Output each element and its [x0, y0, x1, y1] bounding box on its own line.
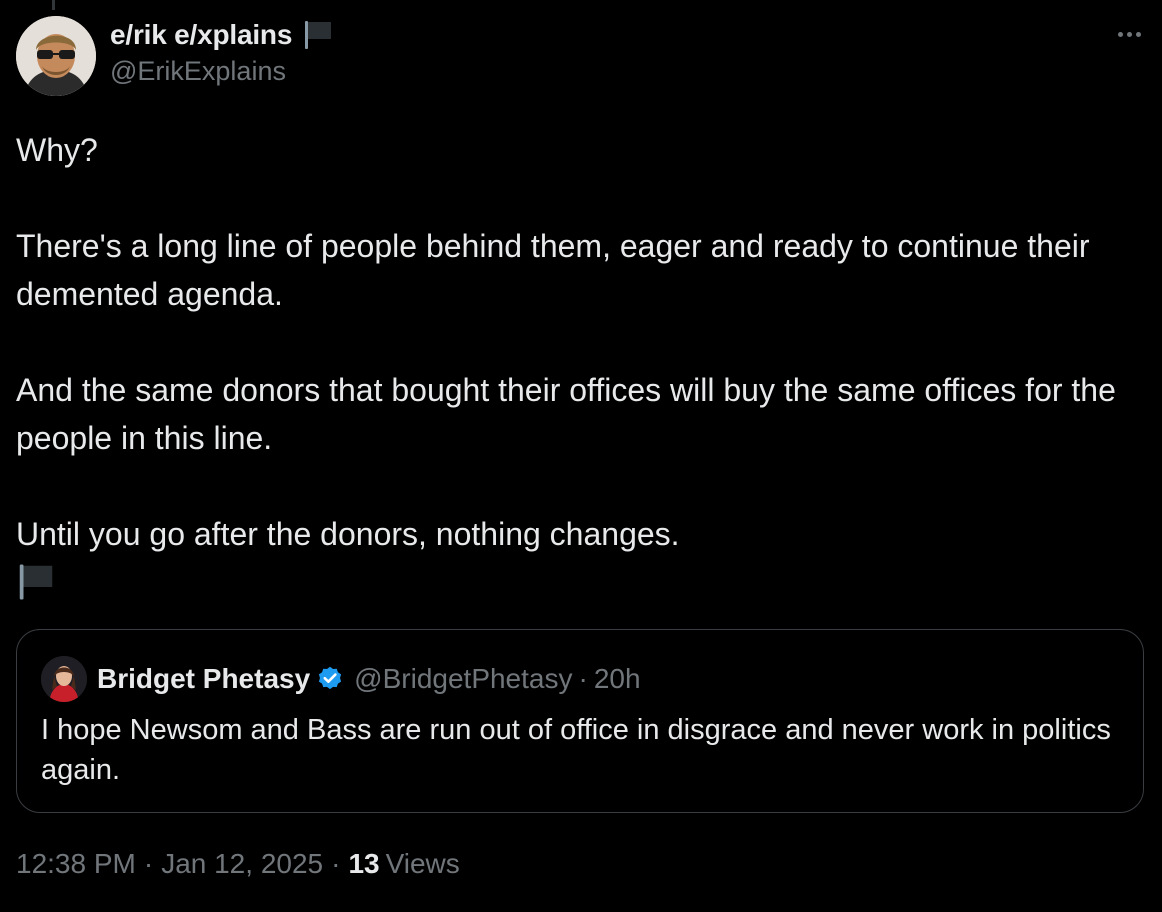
tweet-meta: 12:38 PM · Jan 12, 2025 · 13 Views: [16, 848, 460, 880]
quoted-author-display-name[interactable]: Bridget Phetasy: [97, 663, 310, 695]
more-dot-icon: [1117, 31, 1123, 37]
more-dot-icon: [1126, 31, 1132, 37]
tweet-time[interactable]: 12:38 PM: [16, 848, 136, 880]
tweet-header: e/rik e/xplains @ErikExplains: [16, 14, 1146, 98]
more-dot-icon: [1135, 31, 1141, 37]
quoted-author-avatar[interactable]: [41, 656, 87, 702]
more-options-button[interactable]: [1112, 22, 1146, 46]
author-display-name[interactable]: e/rik e/xplains: [110, 19, 292, 51]
views-label: Views: [385, 848, 460, 879]
separator-dot: ·: [578, 663, 588, 694]
verified-badge-icon: [316, 665, 344, 693]
thread-connector-line: [52, 0, 55, 10]
quoted-tweet-time[interactable]: 20h: [594, 663, 641, 695]
quoted-tweet-header: Bridget Phetasy @BridgetPhetasy · 20h: [41, 656, 641, 702]
quoted-tweet-card[interactable]: Bridget Phetasy @BridgetPhetasy · 20h I …: [16, 629, 1144, 813]
author-avatar[interactable]: [16, 16, 96, 96]
views-count: 13: [348, 848, 380, 879]
tweet-paragraph: Until you go after the donors, nothing c…: [16, 516, 680, 552]
black-flag-icon: [302, 19, 334, 51]
author-handle[interactable]: @ErikExplains: [110, 56, 334, 87]
tweet-date[interactable]: Jan 12, 2025: [161, 848, 323, 880]
black-flag-icon: [16, 562, 1146, 615]
author-name-block: e/rik e/xplains @ErikExplains: [110, 16, 334, 87]
display-name-row: e/rik e/xplains: [110, 16, 334, 54]
quoted-author-handle[interactable]: @BridgetPhetasy: [354, 663, 572, 695]
separator-dot: ·: [143, 848, 154, 879]
tweet-paragraph: And the same donors that bought their of…: [16, 372, 1116, 456]
quoted-tweet-text: I hope Newsom and Bass are run out of of…: [41, 714, 1111, 786]
tweet-paragraph: Why?: [16, 132, 98, 168]
tweet-paragraph: There's a long line of people behind the…: [16, 228, 1090, 312]
separator-dot: ·: [331, 848, 341, 879]
tweet-text: Why? There's a long line of people behin…: [16, 126, 1146, 615]
